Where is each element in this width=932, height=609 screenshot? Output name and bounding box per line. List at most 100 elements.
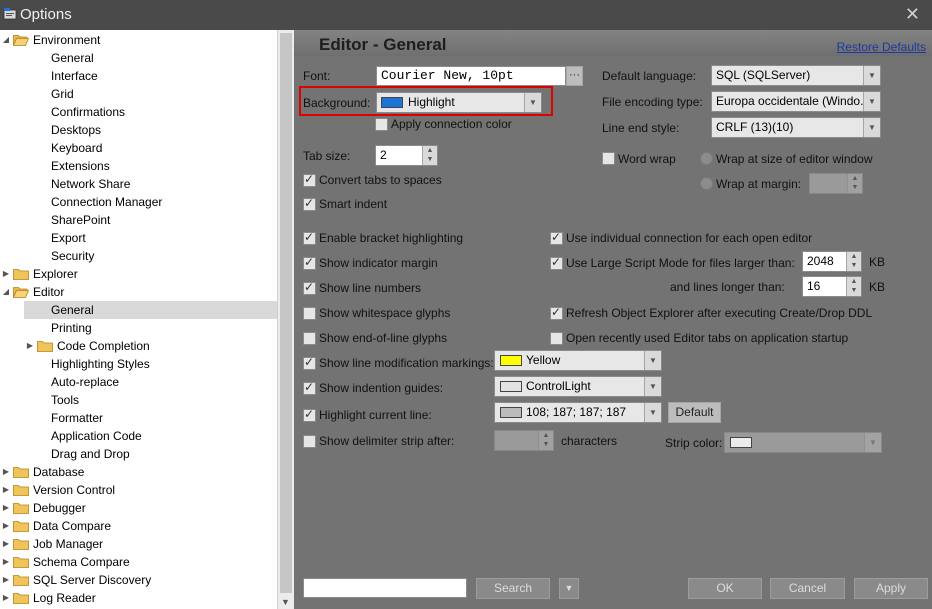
modification-color-combo[interactable]: Yellow ▼: [494, 350, 662, 371]
tree-item[interactable]: ▶ SQL Server Discovery: [0, 571, 277, 589]
file-encoding-combo[interactable]: Europa occidentale (Windo... ▼: [711, 91, 881, 112]
lines-longer-updown[interactable]: ▲ ▼: [846, 277, 861, 296]
expand-closed-icon[interactable]: ▶: [1, 553, 11, 571]
tree-item[interactable]: Confirmations: [0, 103, 277, 121]
tree-item[interactable]: ▶ Log Reader: [0, 589, 277, 607]
option-checkbox[interactable]: [550, 230, 563, 245]
tree-item[interactable]: Formatter: [0, 409, 277, 427]
tree-item[interactable]: Desktops: [0, 121, 277, 139]
default-language-combo[interactable]: SQL (SQLServer) ▼: [711, 65, 881, 86]
apply-button[interactable]: Apply: [854, 578, 928, 599]
tree-item[interactable]: Connection Manager: [0, 193, 277, 211]
indention-color-combo[interactable]: ControlLight ▼: [494, 376, 662, 397]
expand-closed-icon[interactable]: ▶: [1, 265, 11, 283]
option-checkbox[interactable]: [303, 407, 316, 422]
tree-item[interactable]: Printing: [0, 319, 277, 337]
tree-item[interactable]: Extensions: [0, 157, 277, 175]
tree-item[interactable]: Network Share: [0, 175, 277, 193]
chevron-down-icon[interactable]: ▼: [863, 66, 880, 85]
lines-longer-spinner[interactable]: 16 ▲ ▼: [802, 276, 862, 297]
cancel-button[interactable]: Cancel: [770, 578, 845, 599]
tree-item[interactable]: ▶ Explorer: [0, 265, 277, 283]
expand-open-icon[interactable]: ◢: [1, 283, 11, 301]
option-checkbox[interactable]: [303, 307, 316, 320]
tree-item[interactable]: SharePoint: [0, 211, 277, 229]
tree-scrollbar-thumb[interactable]: [280, 33, 292, 593]
expand-closed-icon[interactable]: ▶: [1, 589, 11, 607]
tree-item[interactable]: Export: [0, 229, 277, 247]
wrap-window-radio[interactable]: [700, 152, 713, 165]
expand-closed-icon[interactable]: ▶: [25, 337, 35, 355]
chevron-down-icon[interactable]: ▼: [864, 433, 881, 452]
option-checkbox[interactable]: [303, 380, 316, 395]
delimiter-strip-spinner[interactable]: ▲ ▼: [494, 430, 554, 451]
tree-item[interactable]: ▶ Schema Compare: [0, 553, 277, 571]
option-checkbox[interactable]: [303, 255, 316, 270]
chevron-down-icon[interactable]: ▼: [644, 403, 661, 422]
line-end-combo[interactable]: CRLF (13)(10) ▼: [711, 117, 881, 138]
option-checkbox[interactable]: [550, 255, 563, 270]
chevron-down-icon[interactable]: ▼: [644, 377, 661, 396]
expand-closed-icon[interactable]: ▶: [1, 535, 11, 553]
current-line-color-combo[interactable]: 108; 187; 187; 187 ▼: [494, 402, 662, 423]
expand-closed-icon[interactable]: ▶: [1, 517, 11, 535]
option-checkbox[interactable]: [303, 280, 316, 295]
smart-indent-checkbox[interactable]: [303, 196, 316, 211]
chevron-down-icon[interactable]: ▼: [863, 118, 880, 137]
word-wrap-checkbox[interactable]: [602, 152, 615, 165]
option-checkbox[interactable]: [303, 355, 316, 370]
apply-connection-color-checkbox[interactable]: [375, 118, 388, 131]
expand-open-icon[interactable]: ◢: [1, 31, 11, 49]
tree-item[interactable]: Highlighting Styles: [0, 355, 277, 373]
tree-scrollbar[interactable]: ▼: [277, 30, 294, 609]
wrap-margin-radio[interactable]: [700, 177, 713, 190]
tree-item[interactable]: Security: [0, 247, 277, 265]
tree-item[interactable]: Keyboard: [0, 139, 277, 157]
restore-defaults-link[interactable]: Restore Defaults: [837, 40, 926, 54]
close-icon[interactable]: ✕: [905, 4, 920, 25]
strip-color-combo[interactable]: ▼: [724, 432, 882, 453]
tree-item[interactable]: Interface: [0, 67, 277, 85]
expand-closed-icon[interactable]: ▶: [1, 463, 11, 481]
option-checkbox[interactable]: [303, 332, 316, 345]
option-checkbox[interactable]: [550, 305, 563, 320]
tree-item[interactable]: General: [0, 49, 277, 67]
wrap-margin-updown[interactable]: ▲ ▼: [847, 174, 862, 193]
option-checkbox[interactable]: [303, 230, 316, 245]
tree-item[interactable]: Auto-replace: [0, 373, 277, 391]
chevron-down-icon[interactable]: ▼: [524, 93, 541, 112]
font-field[interactable]: Courier New, 10pt: [376, 66, 566, 86]
chevron-down-icon[interactable]: ▼: [644, 351, 661, 370]
ok-button[interactable]: OK: [688, 578, 762, 599]
tree-item[interactable]: Tools: [0, 391, 277, 409]
tree-item[interactable]: ▶ Job Manager: [0, 535, 277, 553]
background-combo[interactable]: Highlight ▼: [376, 92, 542, 113]
default-color-button[interactable]: Default: [668, 402, 721, 423]
scroll-down-icon[interactable]: ▼: [281, 597, 290, 607]
tree-item[interactable]: ▶ Database: [0, 463, 277, 481]
large-script-updown[interactable]: ▲ ▼: [846, 252, 861, 271]
tree-item[interactable]: Drag and Drop: [0, 445, 277, 463]
delimiter-strip-updown[interactable]: ▲ ▼: [538, 431, 553, 450]
wrap-margin-spinner[interactable]: ▲ ▼: [809, 173, 863, 194]
tree-item[interactable]: ▶ Version Control: [0, 481, 277, 499]
tree-item[interactable]: Grid: [0, 85, 277, 103]
search-options-chevron-icon[interactable]: ▼: [559, 578, 579, 599]
tab-size-spinner[interactable]: 2 ▲ ▼: [375, 145, 438, 166]
expand-closed-icon[interactable]: ▶: [1, 571, 11, 589]
tab-size-updown[interactable]: ▲ ▼: [422, 146, 437, 165]
search-input[interactable]: [303, 578, 467, 598]
expand-closed-icon[interactable]: ▶: [1, 499, 11, 517]
font-browse-button[interactable]: ···: [566, 66, 583, 86]
chevron-down-icon[interactable]: ▼: [863, 92, 880, 111]
option-checkbox[interactable]: [550, 332, 563, 345]
tree-item[interactable]: ▶ Debugger: [0, 499, 277, 517]
expand-closed-icon[interactable]: ▶: [1, 481, 11, 499]
tree-item[interactable]: General: [24, 301, 277, 319]
large-script-size-spinner[interactable]: 2048 ▲ ▼: [802, 251, 862, 272]
tree-item[interactable]: ◢ Editor: [0, 283, 277, 301]
tree-item[interactable]: ▶ Code Completion: [0, 337, 277, 355]
search-button[interactable]: Search: [476, 578, 550, 599]
option-checkbox[interactable]: [303, 435, 316, 448]
tree-item[interactable]: ◢ Environment: [0, 31, 277, 49]
